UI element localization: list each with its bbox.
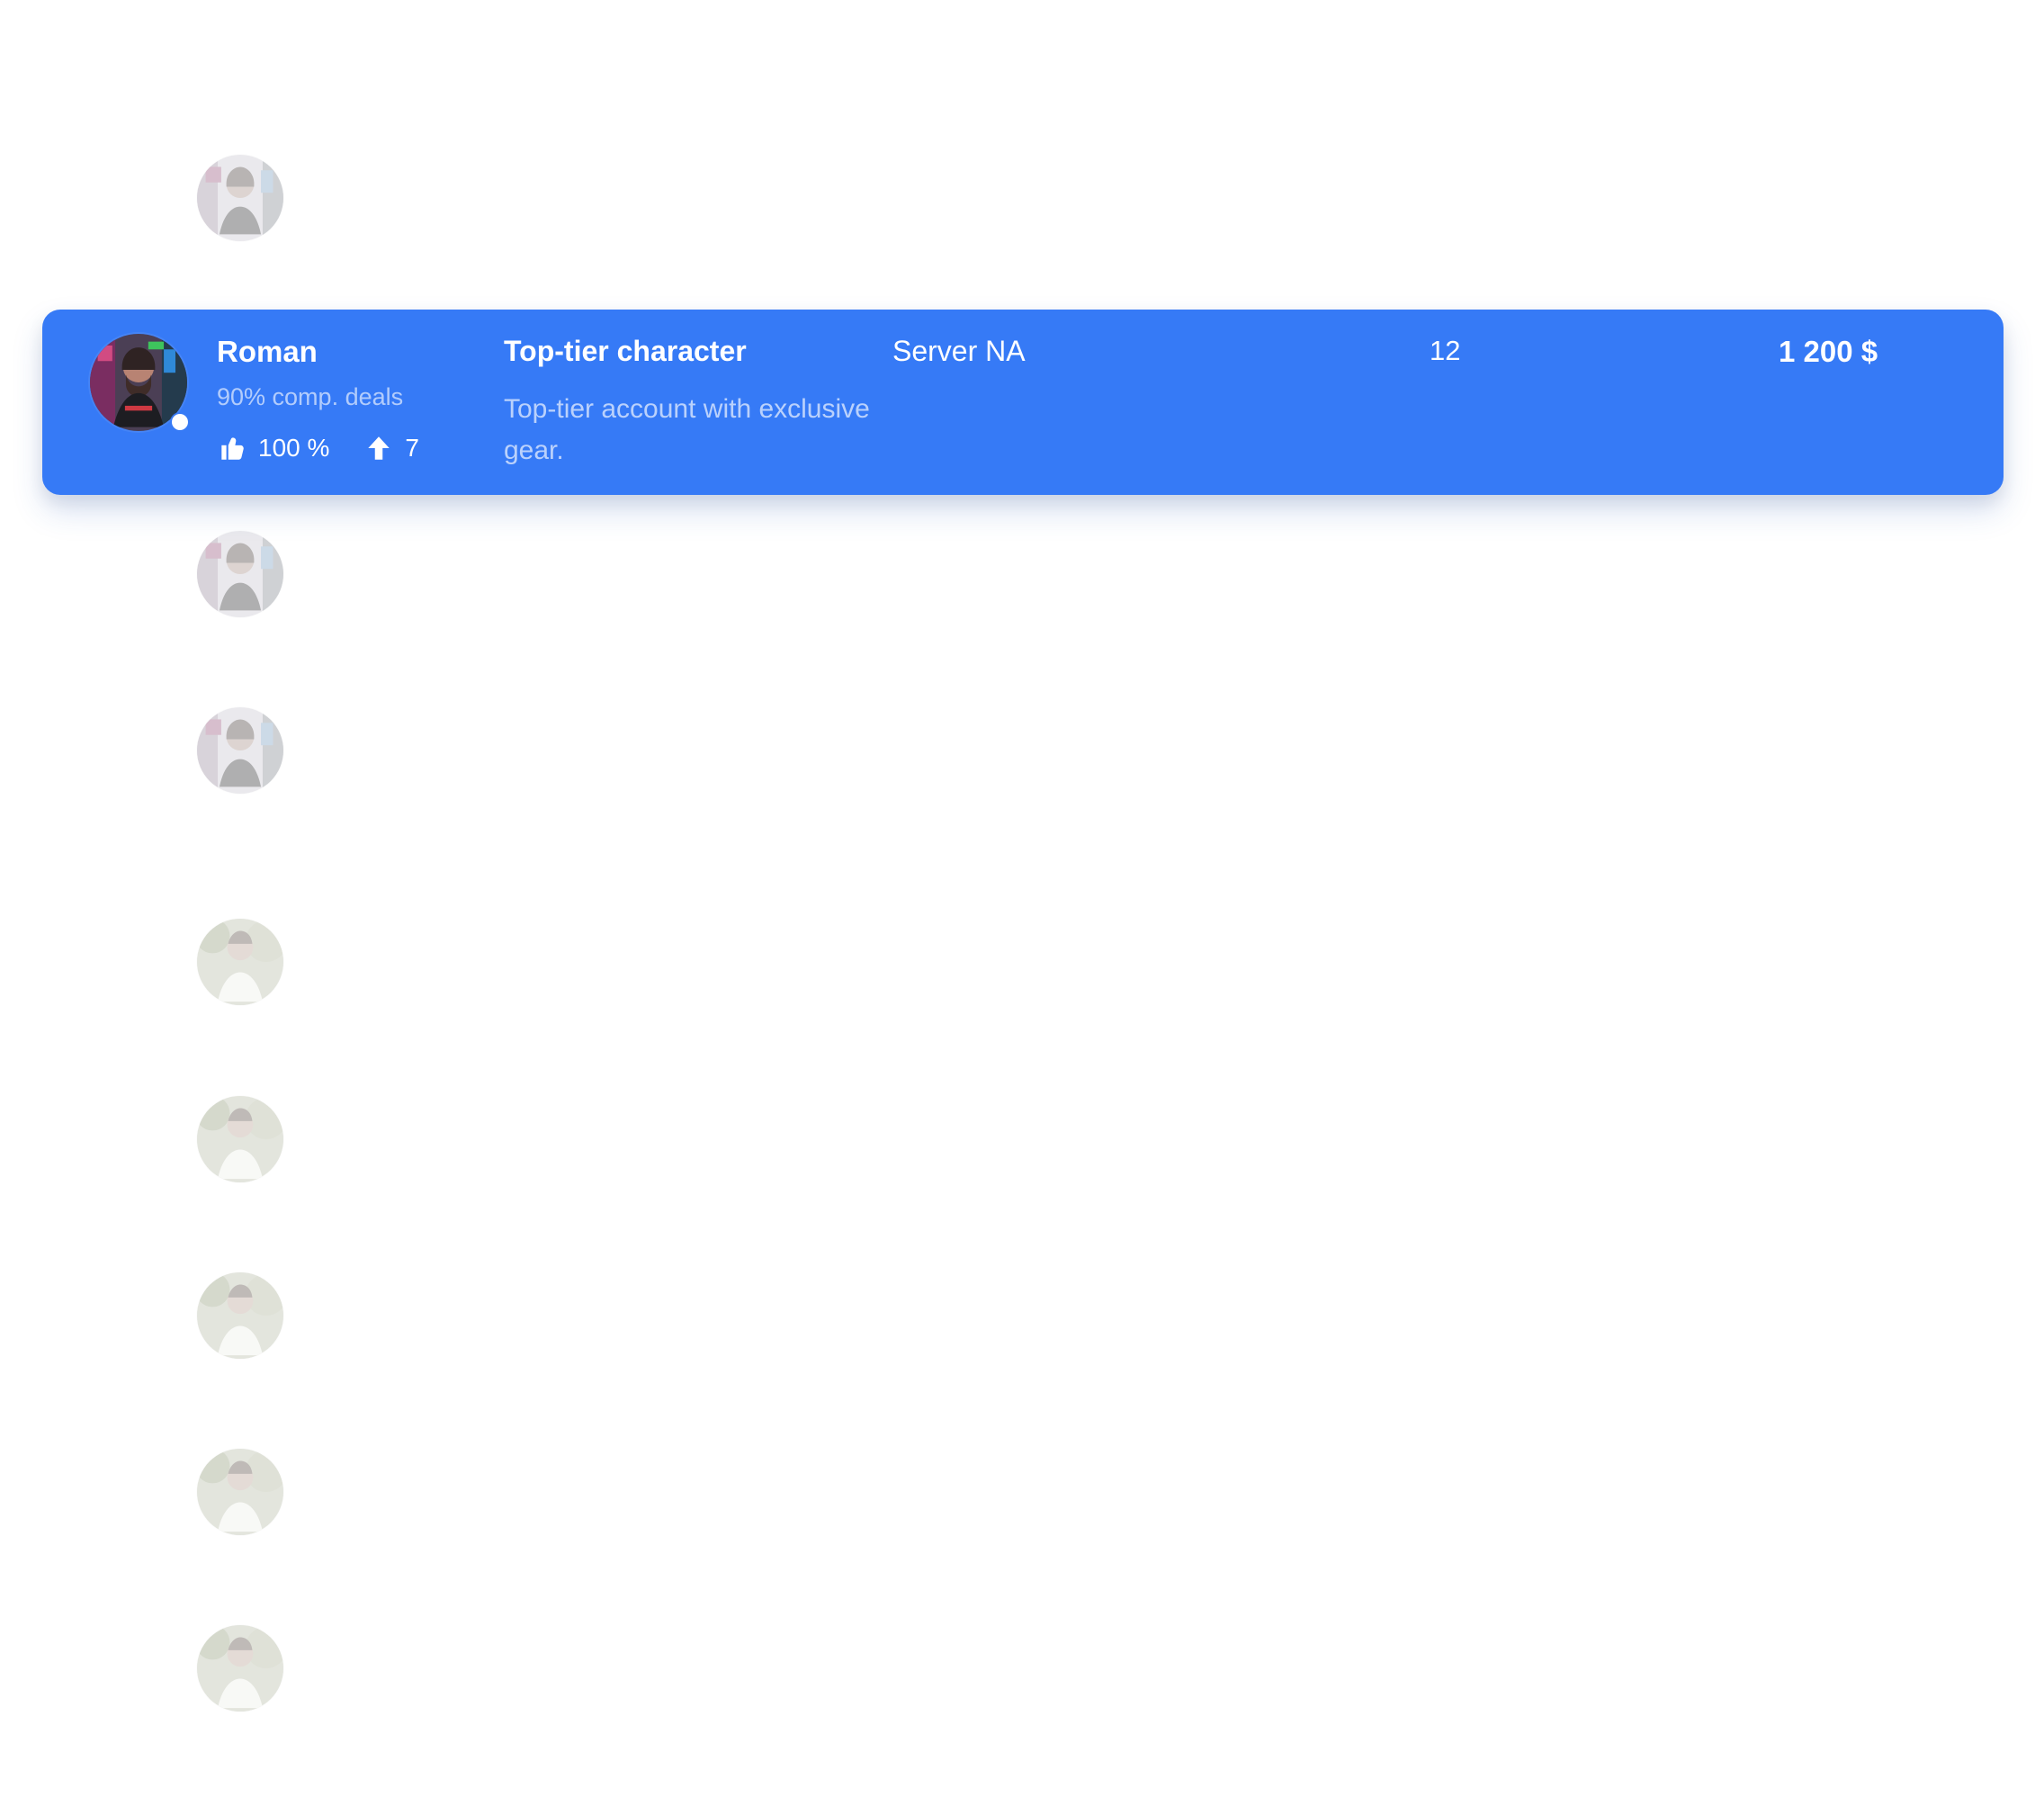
- product-description: Top-tier account with exclusive gear.: [504, 394, 870, 465]
- online-status-dot: [172, 414, 188, 430]
- seller-rating-value: 100 %: [258, 434, 330, 462]
- arrow-up-icon: [363, 433, 394, 463]
- background-avatar-7: [197, 1449, 283, 1535]
- background-avatar-2: [197, 531, 283, 617]
- seller-avatar-wrapper: [90, 334, 188, 431]
- background-avatar-6: [197, 1272, 283, 1359]
- server-name: Server NA: [892, 335, 1026, 367]
- background-avatar-5: [197, 1096, 283, 1182]
- background-avatar-8: [197, 1625, 283, 1712]
- thumbs-up-icon: [217, 433, 247, 463]
- background-avatar-4: [197, 919, 283, 1005]
- background-avatar-1: [197, 155, 283, 241]
- quantity-value: 12: [1430, 335, 1461, 366]
- seller-boosts-value: 7: [405, 434, 419, 462]
- seller-stats: 100 % 7: [217, 432, 419, 464]
- seller-rating: 100 %: [217, 433, 329, 463]
- product-title[interactable]: Top-tier character: [504, 337, 747, 365]
- seller-boosts: 7: [363, 433, 419, 463]
- seller-completed-deals: 90% comp. deals: [217, 383, 404, 410]
- price-value: 1 200 $: [1779, 335, 1878, 368]
- background-avatar-3: [197, 707, 283, 794]
- highlighted-listing-row[interactable]: Roman 90% comp. deals 100 % 7 Top-tier c…: [42, 310, 2004, 495]
- seller-name[interactable]: Roman: [217, 337, 318, 366]
